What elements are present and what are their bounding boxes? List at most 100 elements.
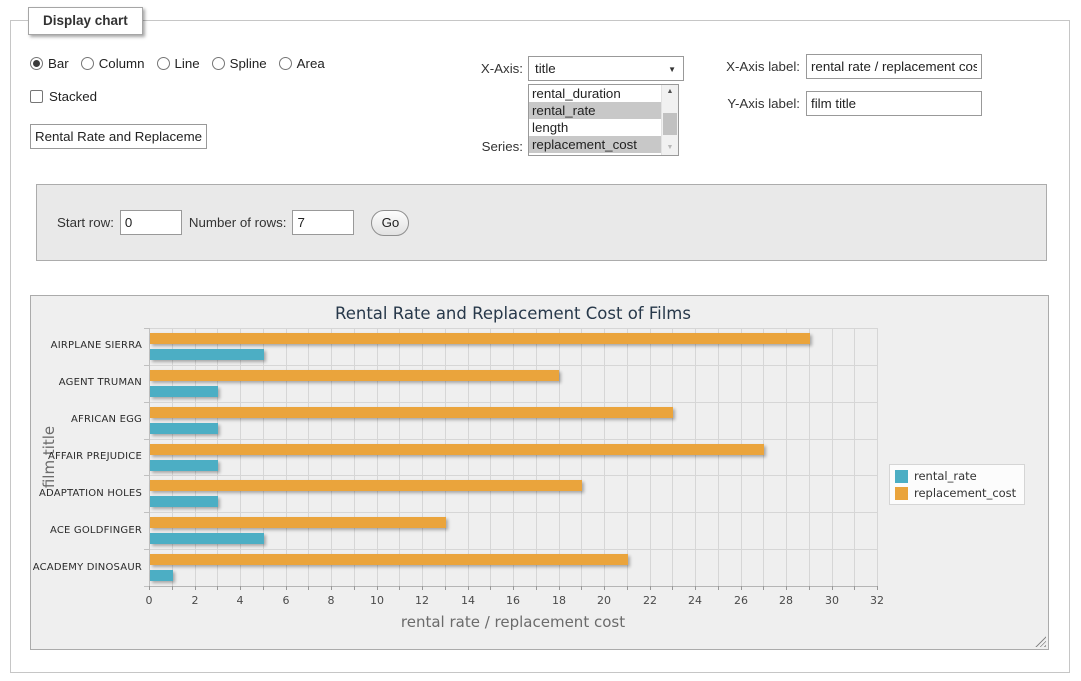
y-tick xyxy=(144,549,149,550)
gridline xyxy=(149,402,877,403)
x-tick xyxy=(490,586,491,590)
y-axis-label-input[interactable] xyxy=(806,91,982,116)
x-tick xyxy=(695,586,696,590)
bar-replacement_cost[interactable] xyxy=(150,517,446,528)
series-listbox[interactable]: rental_durationrental_ratelengthreplacem… xyxy=(528,84,679,156)
chart-type-label: Line xyxy=(175,56,200,71)
gridline xyxy=(263,328,264,586)
category-label: ACE GOLDFINGER xyxy=(31,525,142,536)
legend-item-rental_rate[interactable]: rental_rate xyxy=(895,469,1016,483)
series-option-replacement_cost[interactable]: replacement_cost xyxy=(529,136,661,153)
x-axis-title: rental rate / replacement cost xyxy=(149,613,877,631)
chart-type-radio-column[interactable]: Column xyxy=(81,56,145,71)
x-tick xyxy=(331,586,332,590)
x-tick xyxy=(672,586,673,590)
listbox-scrollbar[interactable]: ▲ ▼ xyxy=(661,85,678,155)
gridline xyxy=(445,328,446,586)
start-row-label: Start row: xyxy=(57,215,114,230)
gridline xyxy=(240,328,241,586)
x-tick-label: 4 xyxy=(220,594,260,607)
legend-label: replacement_cost xyxy=(914,486,1016,500)
bar-replacement_cost[interactable] xyxy=(150,333,810,344)
chart-container: Rental Rate and Replacement Cost of Film… xyxy=(30,295,1049,650)
chart-type-radio-area[interactable]: Area xyxy=(279,56,325,71)
bar-rental_rate[interactable] xyxy=(150,460,218,471)
y-tick xyxy=(144,512,149,513)
chart-type-radio-spline[interactable]: Spline xyxy=(212,56,267,71)
gridline xyxy=(377,328,378,586)
x-tick-label: 8 xyxy=(311,594,351,607)
x-tick-label: 16 xyxy=(493,594,533,607)
x-tick xyxy=(718,586,719,590)
gridline xyxy=(308,328,309,586)
resize-handle-icon[interactable] xyxy=(1035,636,1046,647)
gridline xyxy=(286,328,287,586)
bar-rental_rate[interactable] xyxy=(150,349,264,360)
page: Display chart BarColumnLineSplineArea St… xyxy=(0,0,1081,681)
chart-type-label: Bar xyxy=(48,56,69,71)
gridline xyxy=(832,328,833,586)
gridline xyxy=(786,328,787,586)
bar-replacement_cost[interactable] xyxy=(150,370,559,381)
x-tick xyxy=(627,586,628,590)
scroll-down-icon[interactable]: ▼ xyxy=(662,141,678,155)
scrollbar-thumb[interactable] xyxy=(663,113,677,135)
radio-icon[interactable] xyxy=(279,57,292,70)
category-label: AGENT TRUMAN xyxy=(31,377,142,388)
bar-rental_rate[interactable] xyxy=(150,533,264,544)
x-tick xyxy=(445,586,446,590)
y-tick xyxy=(144,439,149,440)
x-tick-label: 18 xyxy=(539,594,579,607)
x-tick-label: 24 xyxy=(675,594,715,607)
chart-legend: rental_rate replacement_cost xyxy=(889,464,1025,505)
x-axis-select[interactable]: title ▼ xyxy=(528,56,684,81)
stacked-checkbox-row[interactable]: Stacked xyxy=(30,89,97,104)
x-tick xyxy=(650,586,651,590)
bar-rental_rate[interactable] xyxy=(150,570,173,581)
x-tick xyxy=(195,586,196,590)
x-tick xyxy=(377,586,378,590)
series-option-length[interactable]: length xyxy=(529,119,661,136)
x-tick xyxy=(354,586,355,590)
x-axis-label-input[interactable] xyxy=(806,54,982,79)
x-tick xyxy=(832,586,833,590)
scroll-up-icon[interactable]: ▲ xyxy=(662,85,678,99)
x-axis-field-label: X-Axis label: xyxy=(695,59,800,74)
bar-replacement_cost[interactable] xyxy=(150,480,582,491)
bar-replacement_cost[interactable] xyxy=(150,407,673,418)
radio-icon[interactable] xyxy=(30,57,43,70)
x-tick xyxy=(763,586,764,590)
bar-rental_rate[interactable] xyxy=(150,496,218,507)
radio-icon[interactable] xyxy=(157,57,170,70)
gridline xyxy=(741,328,742,586)
stacked-checkbox[interactable] xyxy=(30,90,43,103)
go-button[interactable]: Go xyxy=(371,210,409,236)
chart-type-radio-line[interactable]: Line xyxy=(157,56,200,71)
gridline xyxy=(695,328,696,586)
legend-swatch-icon xyxy=(895,487,908,500)
x-tick-label: 26 xyxy=(721,594,761,607)
x-tick-label: 10 xyxy=(357,594,397,607)
bar-replacement_cost[interactable] xyxy=(150,444,764,455)
bar-rental_rate[interactable] xyxy=(150,386,218,397)
category-label: AFRICAN EGG xyxy=(31,414,142,425)
bar-replacement_cost[interactable] xyxy=(150,554,628,565)
series-option-rental_rate[interactable]: rental_rate xyxy=(529,102,661,119)
gridline xyxy=(149,549,877,550)
gridline xyxy=(149,512,877,513)
gridline xyxy=(650,328,651,586)
gridline xyxy=(490,328,491,586)
chart-type-radio-bar[interactable]: Bar xyxy=(30,56,69,71)
x-tick xyxy=(581,586,582,590)
gridline xyxy=(627,328,628,586)
bar-rental_rate[interactable] xyxy=(150,423,218,434)
radio-icon[interactable] xyxy=(81,57,94,70)
gridline xyxy=(149,439,877,440)
start-row-input[interactable] xyxy=(120,210,182,235)
series-option-rental_duration[interactable]: rental_duration xyxy=(529,85,661,102)
num-rows-input[interactable] xyxy=(292,210,354,235)
chart-title-input[interactable] xyxy=(30,124,207,149)
legend-item-replacement_cost[interactable]: replacement_cost xyxy=(895,486,1016,500)
gridline xyxy=(854,328,855,586)
radio-icon[interactable] xyxy=(212,57,225,70)
